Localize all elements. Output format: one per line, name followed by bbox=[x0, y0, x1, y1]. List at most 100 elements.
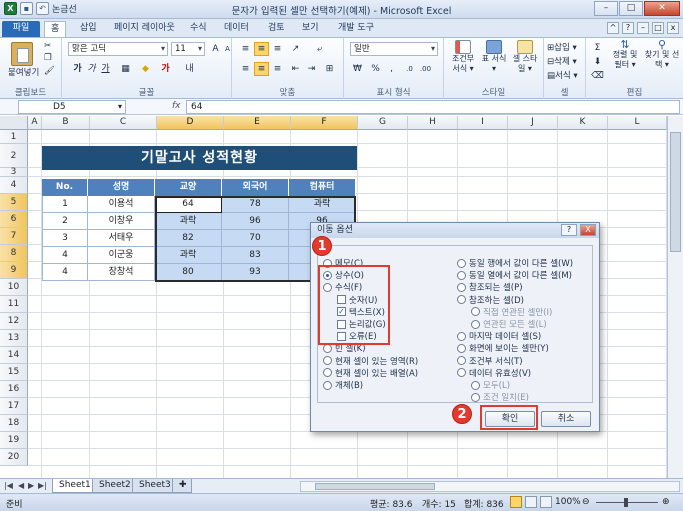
tab-formulas[interactable]: 수식 bbox=[184, 21, 213, 37]
radio-icon[interactable] bbox=[457, 343, 466, 353]
row-header-16[interactable]: 16 bbox=[0, 381, 28, 398]
radio-icon[interactable] bbox=[457, 368, 466, 378]
collapse-ribbon-icon[interactable]: ^ bbox=[607, 22, 619, 34]
font-color-icon[interactable]: 가 bbox=[158, 62, 173, 76]
phonetic-icon[interactable]: 내 bbox=[182, 62, 197, 76]
table-cell[interactable]: 82 bbox=[155, 230, 222, 247]
fill-icon[interactable]: ⬇ bbox=[590, 55, 605, 69]
row-header-3[interactable]: 3 bbox=[0, 168, 28, 177]
percent-icon[interactable]: % bbox=[368, 62, 383, 76]
sheet-tab-2[interactable]: Sheet2 bbox=[92, 479, 138, 493]
fill-color-icon[interactable]: ◆ bbox=[138, 62, 153, 76]
tab-home[interactable]: 홈 bbox=[44, 21, 67, 37]
cut-icon[interactable]: ✂ bbox=[44, 41, 51, 51]
dialog-help-button[interactable]: ? bbox=[561, 224, 577, 236]
borders-icon[interactable]: ▦ bbox=[118, 62, 133, 76]
dialog-option[interactable]: 상수(O) bbox=[323, 269, 364, 281]
radio-icon[interactable] bbox=[471, 319, 480, 329]
tab-developer[interactable]: 개발 도구 bbox=[332, 21, 380, 37]
table-header-cell[interactable]: No. bbox=[42, 179, 88, 196]
dialog-option[interactable]: 조건 일치(E) bbox=[471, 391, 529, 403]
row-header-10[interactable]: 10 bbox=[0, 279, 28, 296]
table-cell[interactable]: 2 bbox=[42, 213, 88, 230]
table-cell[interactable]: 4 bbox=[42, 247, 88, 264]
column-header-k[interactable]: K bbox=[558, 116, 608, 130]
workbook-minimize-icon[interactable]: – bbox=[637, 22, 649, 34]
row-header-13[interactable]: 13 bbox=[0, 330, 28, 347]
radio-icon[interactable] bbox=[457, 282, 466, 292]
table-cell[interactable]: 70 bbox=[222, 230, 289, 247]
table-cell[interactable]: 이군웅 bbox=[88, 247, 155, 264]
table-cell[interactable]: 과락 bbox=[155, 213, 222, 230]
align-right-icon[interactable]: ≡ bbox=[270, 62, 285, 76]
table-cell[interactable]: 이용석 bbox=[88, 196, 155, 213]
radio-icon[interactable] bbox=[323, 343, 332, 353]
page-break-view-icon[interactable] bbox=[540, 496, 552, 508]
normal-view-icon[interactable] bbox=[510, 496, 522, 508]
dialog-option[interactable]: 숫자(U) bbox=[337, 294, 378, 306]
row-header-19[interactable]: 19 bbox=[0, 432, 28, 449]
dialog-option[interactable]: 현재 셀이 있는 배열(A) bbox=[323, 367, 418, 379]
row-header-6[interactable]: 6 bbox=[0, 211, 28, 228]
radio-icon[interactable] bbox=[471, 307, 480, 317]
find-select-button[interactable]: ⚲ 찾기 및 선택 ▾ bbox=[644, 39, 680, 70]
dialog-option[interactable]: 메모(C) bbox=[323, 257, 363, 269]
last-sheet-icon[interactable]: ▶| bbox=[38, 481, 47, 490]
table-header-cell[interactable]: 외국어 bbox=[222, 179, 289, 196]
align-left-icon[interactable]: ≡ bbox=[238, 62, 253, 76]
checkbox-checked-icon[interactable]: ✓ bbox=[337, 307, 346, 317]
row-header-20[interactable]: 20 bbox=[0, 449, 28, 466]
zoom-level[interactable]: 100% bbox=[555, 497, 581, 507]
radio-icon[interactable] bbox=[457, 295, 466, 305]
table-cell[interactable]: 이창우 bbox=[88, 213, 155, 230]
column-header-e[interactable]: E bbox=[224, 116, 291, 130]
dialog-option[interactable]: 직접 연관된 셀만(I) bbox=[471, 306, 552, 318]
minimize-button[interactable]: – bbox=[594, 1, 618, 16]
dialog-option[interactable]: 빈 셀(K) bbox=[323, 342, 366, 354]
vertical-scroll-thumb[interactable] bbox=[670, 132, 681, 252]
zoom-slider-thumb[interactable] bbox=[624, 498, 628, 507]
tab-review[interactable]: 검토 bbox=[262, 21, 291, 37]
format-as-table-button[interactable]: 표 서식 ▾ bbox=[480, 40, 508, 74]
sheet-tab-3[interactable]: Sheet3 bbox=[132, 479, 178, 493]
table-header-cell[interactable]: 성명 bbox=[88, 179, 155, 196]
row-header-7[interactable]: 7 bbox=[0, 228, 28, 245]
row-header-9[interactable]: 9 bbox=[0, 262, 28, 279]
tab-data[interactable]: 데이터 bbox=[218, 21, 255, 37]
column-header-i[interactable]: I bbox=[458, 116, 508, 130]
orientation-icon[interactable]: ↗ bbox=[288, 42, 303, 56]
new-sheet-icon[interactable]: ✚ bbox=[172, 479, 192, 493]
formula-input[interactable]: 64 bbox=[186, 100, 680, 114]
dialog-option[interactable]: 화면에 보이는 셀만(Y) bbox=[457, 342, 549, 354]
workbook-close-icon[interactable]: x bbox=[667, 22, 679, 34]
dialog-option[interactable]: 동일 열에서 값이 다른 셀(M) bbox=[457, 269, 572, 281]
row-header-11[interactable]: 11 bbox=[0, 296, 28, 313]
table-header-cell[interactable]: 컴퓨터 bbox=[289, 179, 356, 196]
cell-styles-button[interactable]: 셀 스타일 ▾ bbox=[510, 40, 540, 74]
column-header-b[interactable]: B bbox=[42, 116, 90, 130]
merge-center-icon[interactable]: ⊞ bbox=[322, 62, 337, 76]
table-cell[interactable]: 78 bbox=[222, 196, 289, 213]
table-cell[interactable]: 과락 bbox=[289, 196, 356, 213]
row-header-14[interactable]: 14 bbox=[0, 347, 28, 364]
table-cell[interactable]: 80 bbox=[155, 264, 222, 281]
maximize-button[interactable]: □ bbox=[619, 1, 643, 16]
column-header-h[interactable]: H bbox=[408, 116, 458, 130]
decrease-indent-icon[interactable]: ⇤ bbox=[288, 62, 303, 76]
table-cell[interactable]: 서태우 bbox=[88, 230, 155, 247]
radio-icon[interactable] bbox=[457, 270, 466, 280]
italic-button[interactable]: 가 bbox=[84, 62, 99, 76]
column-header-g[interactable]: G bbox=[358, 116, 408, 130]
row-header-5[interactable]: 5 bbox=[0, 194, 28, 211]
vertical-scrollbar[interactable] bbox=[667, 116, 683, 478]
align-middle-icon[interactable]: ≡ bbox=[254, 42, 269, 56]
dialog-option[interactable]: 현재 셀이 있는 영역(R) bbox=[323, 355, 418, 367]
increase-indent-icon[interactable]: ⇥ bbox=[304, 62, 319, 76]
radio-icon[interactable] bbox=[323, 368, 332, 378]
format-cells-button[interactable]: ▤서식 ▾ bbox=[547, 69, 578, 81]
radio-icon[interactable] bbox=[323, 356, 332, 366]
underline-button[interactable]: 가 bbox=[98, 62, 113, 76]
table-cell[interactable]: 96 bbox=[222, 213, 289, 230]
tab-file[interactable]: 파일 bbox=[2, 21, 40, 37]
align-top-icon[interactable]: ≡ bbox=[238, 42, 253, 56]
